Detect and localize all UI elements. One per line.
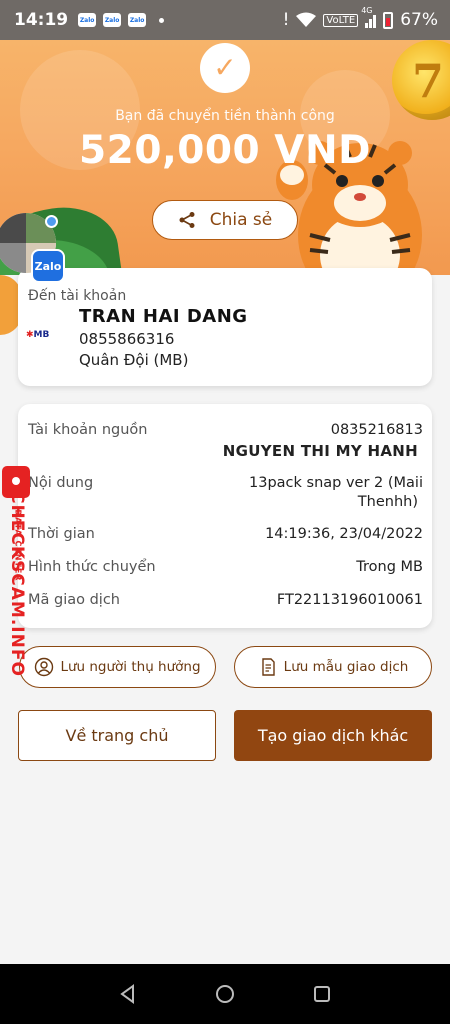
success-check-icon: ✓ [200, 43, 250, 93]
new-transaction-button[interactable]: Tạo giao dịch khác [234, 710, 432, 761]
system-navigation-bar [0, 964, 450, 1024]
back-icon[interactable] [117, 983, 139, 1005]
share-icon [179, 212, 195, 228]
source-account-number: 0835216813 [330, 422, 423, 438]
zalo-app-icon: Zalo [31, 249, 65, 283]
more-notifications-dot-icon [159, 17, 165, 23]
wifi-icon [296, 12, 317, 27]
watermark-text: CHECKSCAM.INFO [7, 491, 27, 677]
mb-bank-logo: ✱MB [26, 330, 50, 340]
save-beneficiary-label: Lưu người thụ hưởng [60, 659, 201, 675]
transaction-id-label: Mã giao dịch [28, 592, 120, 608]
share-label: Chia sẻ [209, 210, 273, 230]
status-bar: 14:19 Zalo Zalo Zalo ! VoLTE 4G 67% [0, 0, 450, 40]
save-template-label: Lưu mẫu giao dịch [283, 659, 409, 675]
save-beneficiary-button[interactable]: Lưu người thụ hưởng [19, 646, 216, 688]
zalo-notification-icon: Zalo [128, 13, 147, 27]
content-value-line1: 13pack snap ver 2 (Maii [249, 475, 423, 491]
recipient-name: TRAN HAI DANG [79, 306, 248, 327]
zalo-notification-icon: Zalo [103, 13, 122, 27]
transfer-amount: 520,000 VND [79, 128, 371, 173]
recipient-bank: Quân Đội (MB) [79, 351, 189, 369]
success-message: Bạn đã chuyển tiền thành công [115, 108, 335, 124]
transfer-method-value: Trong MB [356, 559, 423, 575]
transfer-method-label: Hình thức chuyển [28, 559, 156, 575]
signal-icon: 4G [361, 6, 377, 28]
document-icon [261, 658, 275, 676]
online-dot-icon [45, 215, 58, 228]
share-button[interactable]: Chia sẻ [152, 200, 298, 240]
checkscam-watermark: DATA CENTER CHECKSCAM.INFO [2, 466, 32, 682]
network-type: 4G [361, 6, 373, 15]
time-value: 14:19:36, 23/04/2022 [265, 526, 423, 542]
battery-percent: 67% [400, 10, 438, 30]
zalo-notification-icon: Zalo [78, 13, 97, 27]
source-account-label: Tài khoản nguồn [28, 422, 148, 438]
user-circle-icon [35, 657, 54, 677]
transaction-id-value: FT22113196010061 [276, 592, 423, 608]
recipient-card: Đến tài khoản ✱MB TRAN HAI DANG 08558663… [18, 268, 432, 386]
save-template-button[interactable]: Lưu mẫu giao dịch [234, 646, 432, 688]
source-account-name: NGUYEN THI MY HANH [222, 442, 418, 460]
recipient-label: Đến tài khoản [28, 288, 127, 304]
volte-label: VoLTE [323, 13, 359, 27]
status-time: 14:19 [14, 10, 69, 30]
status-icons: ! VoLTE 4G 67% [282, 6, 438, 30]
success-banner: 7 ✓ Bạn đã chuyển tiền thành công 520,00… [0, 40, 450, 275]
content-label: Nội dung [28, 475, 94, 491]
transaction-details-card: Tài khoản nguồn 0835216813 NGUYEN THI MY… [18, 404, 432, 628]
alarm-icon: ! [282, 10, 290, 30]
time-label: Thời gian [28, 526, 95, 542]
recipient-account: 0855866316 [79, 330, 175, 348]
home-circle-icon[interactable] [214, 983, 236, 1005]
home-button[interactable]: Về trang chủ [18, 710, 216, 761]
content-value-line2: Thenhh) [357, 494, 418, 510]
recents-icon[interactable] [311, 983, 333, 1005]
battery-icon [383, 11, 394, 29]
chat-head-bubble[interactable]: Zalo [0, 213, 66, 283]
